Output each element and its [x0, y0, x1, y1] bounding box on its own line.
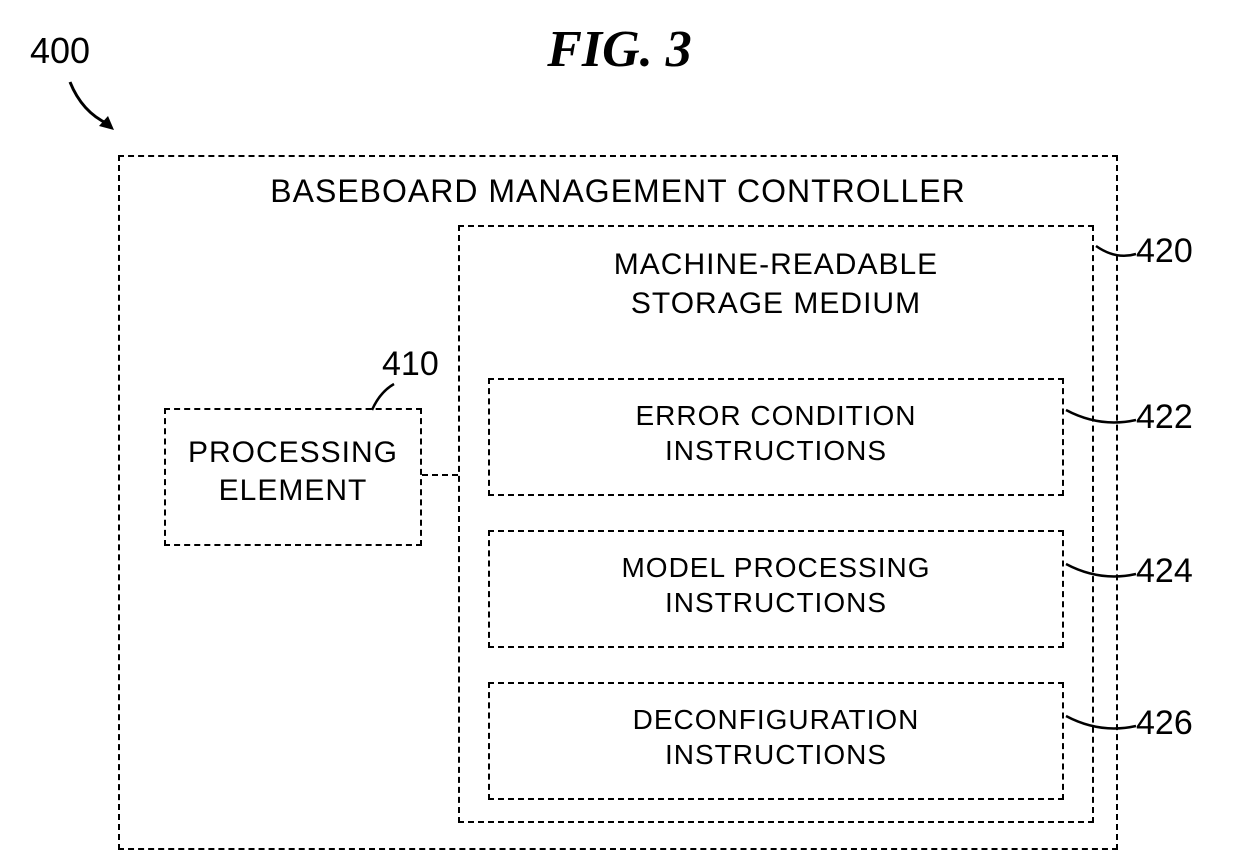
error-condition-instructions-box: ERROR CONDITION INSTRUCTIONS [488, 378, 1064, 496]
figure-title: FIG. 3 [0, 20, 1239, 79]
storage-medium-title: MACHINE-READABLE STORAGE MEDIUM [460, 245, 1092, 323]
lead-line-410 [368, 380, 408, 414]
processing-element-box: PROCESSING ELEMENT [164, 408, 422, 546]
ref-label-426: 426 [1136, 704, 1193, 743]
lead-line-420 [1094, 244, 1138, 268]
processing-line-1: PROCESSING [188, 436, 398, 469]
ref-label-400: 400 [30, 30, 90, 72]
inner-1-line-2: INSTRUCTIONS [665, 435, 887, 466]
lead-line-422 [1064, 408, 1138, 432]
connector-line [422, 474, 458, 476]
inner-2-line-1: MODEL PROCESSING [621, 552, 930, 583]
deconfiguration-instructions-box: DECONFIGURATION INSTRUCTIONS [488, 682, 1064, 800]
storage-line-2: STORAGE MEDIUM [631, 287, 921, 320]
lead-line-426 [1064, 714, 1138, 738]
storage-line-1: MACHINE-READABLE [614, 248, 938, 281]
inner-2-line-2: INSTRUCTIONS [665, 587, 887, 618]
main-box-title: BASEBOARD MANAGEMENT CONTROLLER [120, 173, 1116, 210]
model-processing-instructions-box: MODEL PROCESSING INSTRUCTIONS [488, 530, 1064, 648]
arrow-icon [64, 76, 124, 136]
ref-label-410: 410 [382, 345, 439, 384]
ref-label-422: 422 [1136, 398, 1193, 437]
inner-3-line-2: INSTRUCTIONS [665, 739, 887, 770]
lead-line-424 [1064, 562, 1138, 586]
processing-line-2: ELEMENT [219, 474, 368, 507]
ref-label-424: 424 [1136, 552, 1193, 591]
ref-label-420: 420 [1136, 232, 1193, 271]
inner-1-line-1: ERROR CONDITION [636, 400, 917, 431]
inner-3-line-1: DECONFIGURATION [633, 704, 920, 735]
